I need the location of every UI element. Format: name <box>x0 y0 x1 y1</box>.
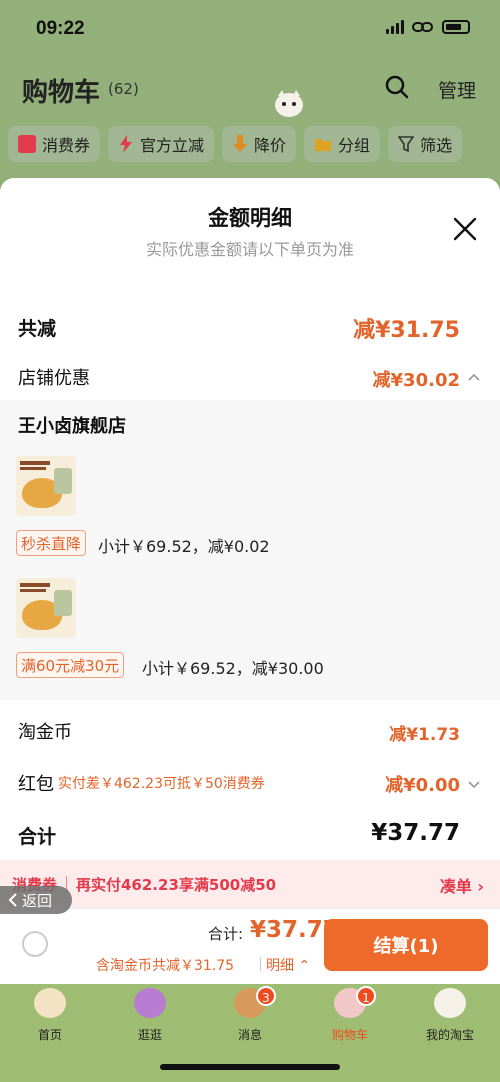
promo-tag: 满60元减30元 <box>16 652 125 678</box>
amount-detail-sheet: 金额明细 实际优惠金额请以下单页为准 共减 减¥31.75 店铺优惠 减¥30.… <box>0 178 500 984</box>
tab-messages[interactable]: 3 消息 <box>200 984 300 1052</box>
tab-label: 消息 <box>237 1028 262 1042</box>
home-mascot-icon <box>34 988 66 1018</box>
tab-cart[interactable]: 1 购物车 <box>300 984 400 1052</box>
folder-icon <box>315 139 332 151</box>
promo-tag: 秒杀直降 <box>16 530 87 556</box>
mascot-icon <box>275 90 303 117</box>
total-discount-label: 共减 <box>18 318 57 340</box>
filter-coupon[interactable]: 消费券 <box>8 126 101 162</box>
divider <box>260 957 261 971</box>
gold-coin-row: 淘金币 减¥1.73 <box>0 712 500 752</box>
red-packet-label: 红包 <box>18 774 54 795</box>
cart-header: 购物车 (62) 管理 <box>0 60 500 116</box>
tab-my-taobao[interactable]: 我的淘宝 <box>400 984 500 1052</box>
battery-icon <box>442 20 470 34</box>
close-icon[interactable] <box>452 216 478 242</box>
tab-label: 我的淘宝 <box>425 1028 474 1042</box>
tab-browse[interactable]: 逛逛 <box>100 984 200 1052</box>
cart-count: (62) <box>108 80 139 98</box>
page-title: 购物车 <box>22 78 101 108</box>
total-discount-value: 减¥31.75 <box>353 318 460 343</box>
messages-badge: 3 <box>256 986 276 1006</box>
link-icon <box>412 22 433 32</box>
profile-mascot-icon <box>434 988 466 1018</box>
store-discount-row[interactable]: 店铺优惠 减¥30.02 <box>0 360 500 400</box>
sum-value: ¥37.77 <box>371 820 460 846</box>
select-all-checkbox[interactable] <box>22 931 48 957</box>
filter-price-drop[interactable]: 降价 <box>222 126 297 162</box>
product-thumbnail[interactable] <box>16 578 76 638</box>
browse-mascot-icon <box>134 988 166 1018</box>
red-packet-hint: 实付差￥462.23可抵￥50消费券 <box>58 776 265 792</box>
funnel-icon <box>398 136 415 152</box>
sheet-subtitle: 实际优惠金额请以下单页为准 <box>145 240 354 259</box>
status-bar: 09:22 <box>0 0 500 56</box>
filter-bar: 消费券 官方立减 降价 分组 筛选 <box>0 120 500 168</box>
total-discount-row: 共减 减¥31.75 <box>0 310 500 350</box>
filter-label: 消费券 <box>42 136 91 155</box>
status-icons <box>386 20 470 34</box>
status-time: 09:22 <box>36 18 85 39</box>
promo-detail: 小计￥69.52，减¥0.02 <box>98 537 270 556</box>
sum-label: 合计 <box>18 826 57 848</box>
gold-coin-label: 淘金币 <box>18 722 72 743</box>
promo-detail: 小计￥69.52，减¥30.00 <box>142 659 324 678</box>
product-thumbnail[interactable] <box>16 456 76 516</box>
store-discount-value: 减¥30.02 <box>372 370 460 391</box>
chevron-left-icon <box>8 893 17 907</box>
chevron-down-icon[interactable] <box>468 778 480 790</box>
store-name: 王小卤旗舰店 <box>18 416 126 437</box>
tab-label: 逛逛 <box>137 1028 162 1042</box>
red-packet-row[interactable]: 红包 实付差￥462.23可抵￥50消费券 减¥0.00 <box>0 764 500 804</box>
store-discount-label: 店铺优惠 <box>18 368 90 389</box>
sheet-title: 金额明细 <box>208 206 292 230</box>
filter-label: 降价 <box>254 136 287 155</box>
coupon-banner[interactable]: 消费券 再实付462.23享满500减50 凑单 › <box>0 860 500 908</box>
sum-row: 合计 ¥37.77 <box>0 816 500 860</box>
tab-label: 购物车 <box>331 1028 368 1042</box>
arrow-down-icon <box>233 135 248 152</box>
scrolled-value-fragment <box>388 270 468 280</box>
tab-home[interactable]: 首页 <box>0 984 100 1052</box>
checkout-bar: 合计: ¥37.77 含淘金币共减￥31.75 明细 ⌃ 结算(1) <box>0 908 500 984</box>
filter-group[interactable]: 分组 <box>304 126 381 162</box>
filter-screen[interactable]: 筛选 <box>388 126 463 162</box>
total-discount-summary: 含淘金币共减￥31.75 <box>96 958 235 974</box>
filter-official-discount[interactable]: 官方立减 <box>108 126 215 162</box>
store-discount-detail: 王小卤旗舰店 秒杀直降 小计￥69.52，减¥0.02 满60元减30元 小计￥… <box>0 400 500 700</box>
gold-coin-value: 减¥1.73 <box>389 725 460 745</box>
add-items-link[interactable]: 凑单 › <box>440 873 484 897</box>
lightning-icon <box>120 135 133 153</box>
total-label: 合计: <box>208 925 244 943</box>
cart-badge: 1 <box>356 986 376 1006</box>
red-packet-value: 减¥0.00 <box>385 775 460 796</box>
filter-label: 分组 <box>338 136 371 155</box>
chevron-up-icon[interactable] <box>468 372 480 384</box>
filter-label: 官方立减 <box>140 136 205 155</box>
coupon-icon <box>18 135 36 153</box>
tab-label: 首页 <box>37 1028 62 1042</box>
coupon-text: 再实付462.23享满500减50 <box>76 876 277 894</box>
search-icon[interactable] <box>384 74 410 100</box>
back-label: 返回 <box>22 891 53 910</box>
back-button[interactable]: 返回 <box>0 886 72 914</box>
home-indicator <box>160 1064 340 1070</box>
manage-button[interactable]: 管理 <box>438 76 476 103</box>
detail-toggle[interactable]: 明细 ⌃ <box>266 955 310 975</box>
checkout-button[interactable]: 结算(1) <box>324 919 488 971</box>
signal-icon <box>386 20 404 34</box>
filter-label: 筛选 <box>420 136 453 155</box>
